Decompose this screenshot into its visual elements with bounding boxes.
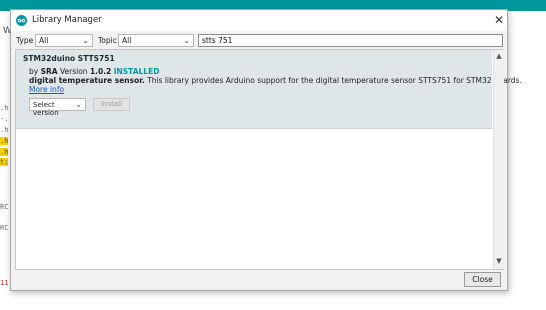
ide-highlighted-line: .h xyxy=(0,137,9,145)
arduino-logo-icon xyxy=(16,15,27,26)
library-version: 1.0.2 xyxy=(89,67,112,76)
topic-label: Topic xyxy=(98,36,117,45)
scroll-down-icon[interactable]: ▼ xyxy=(494,257,504,265)
ide-highlighted-line: t: xyxy=(0,158,9,166)
dialog-titlebar[interactable]: Library Manager ✕ xyxy=(11,10,507,31)
chevron-down-icon: ⌄ xyxy=(82,36,89,45)
library-summary: digital temperature sensor. xyxy=(29,76,145,85)
ide-highlighted-line: .h xyxy=(0,148,9,156)
close-button[interactable]: Close xyxy=(464,272,501,287)
library-name: STM32duino STTS751 xyxy=(23,54,115,63)
topic-dropdown[interactable]: All ⌄ xyxy=(118,34,194,47)
library-author: SRA xyxy=(40,67,58,76)
scroll-up-icon[interactable]: ▲ xyxy=(494,52,504,60)
type-label: Type xyxy=(16,36,34,45)
version-label: Version xyxy=(59,67,88,76)
library-summary-rest: This library provides Arduino support fo… xyxy=(147,76,522,85)
ide-code-glyph: .h xyxy=(0,104,9,112)
type-dropdown[interactable]: All ⌄ xyxy=(35,34,93,47)
library-meta: by SRA Version 1.0.2 INSTALLED xyxy=(29,67,159,76)
ide-code-glyph: .h xyxy=(0,126,9,134)
library-item[interactable]: STM32duino STTS751 by SRA Version 1.0.2 … xyxy=(16,50,522,129)
chevron-down-icon: ⌄ xyxy=(183,36,190,45)
library-list: STM32duino STTS751 by SRA Version 1.0.2 … xyxy=(15,49,522,270)
topic-dropdown-value: All xyxy=(122,36,132,45)
type-dropdown-value: All xyxy=(39,36,49,45)
by-label: by xyxy=(29,67,39,76)
ide-code-glyph: RC xyxy=(0,224,9,232)
select-version-label: Select version xyxy=(33,101,59,117)
ide-code-glyph: -. xyxy=(0,115,9,123)
more-info-link[interactable]: More info xyxy=(29,85,64,94)
dialog-title: Library Manager xyxy=(32,15,102,25)
library-description: digital temperature sensor. This library… xyxy=(29,76,522,85)
library-manager-dialog: Library Manager ✕ Type All ⌄ Topic All ⌄… xyxy=(10,9,522,291)
ide-code-glyph: RC xyxy=(0,203,9,211)
close-icon[interactable]: ✕ xyxy=(493,13,505,27)
list-scrollbar[interactable]: ▲ ▼ xyxy=(493,50,504,269)
select-version-dropdown[interactable]: Select version ⌄ xyxy=(29,98,86,117)
search-input[interactable] xyxy=(198,34,503,47)
chevron-down-icon: ⌄ xyxy=(75,100,82,109)
installed-badge: INSTALLED xyxy=(113,67,160,76)
ide-code-glyph: 11 xyxy=(0,279,9,287)
install-button[interactable]: Install xyxy=(93,98,130,111)
filter-bar: Type All ⌄ Topic All ⌄ xyxy=(11,31,507,49)
